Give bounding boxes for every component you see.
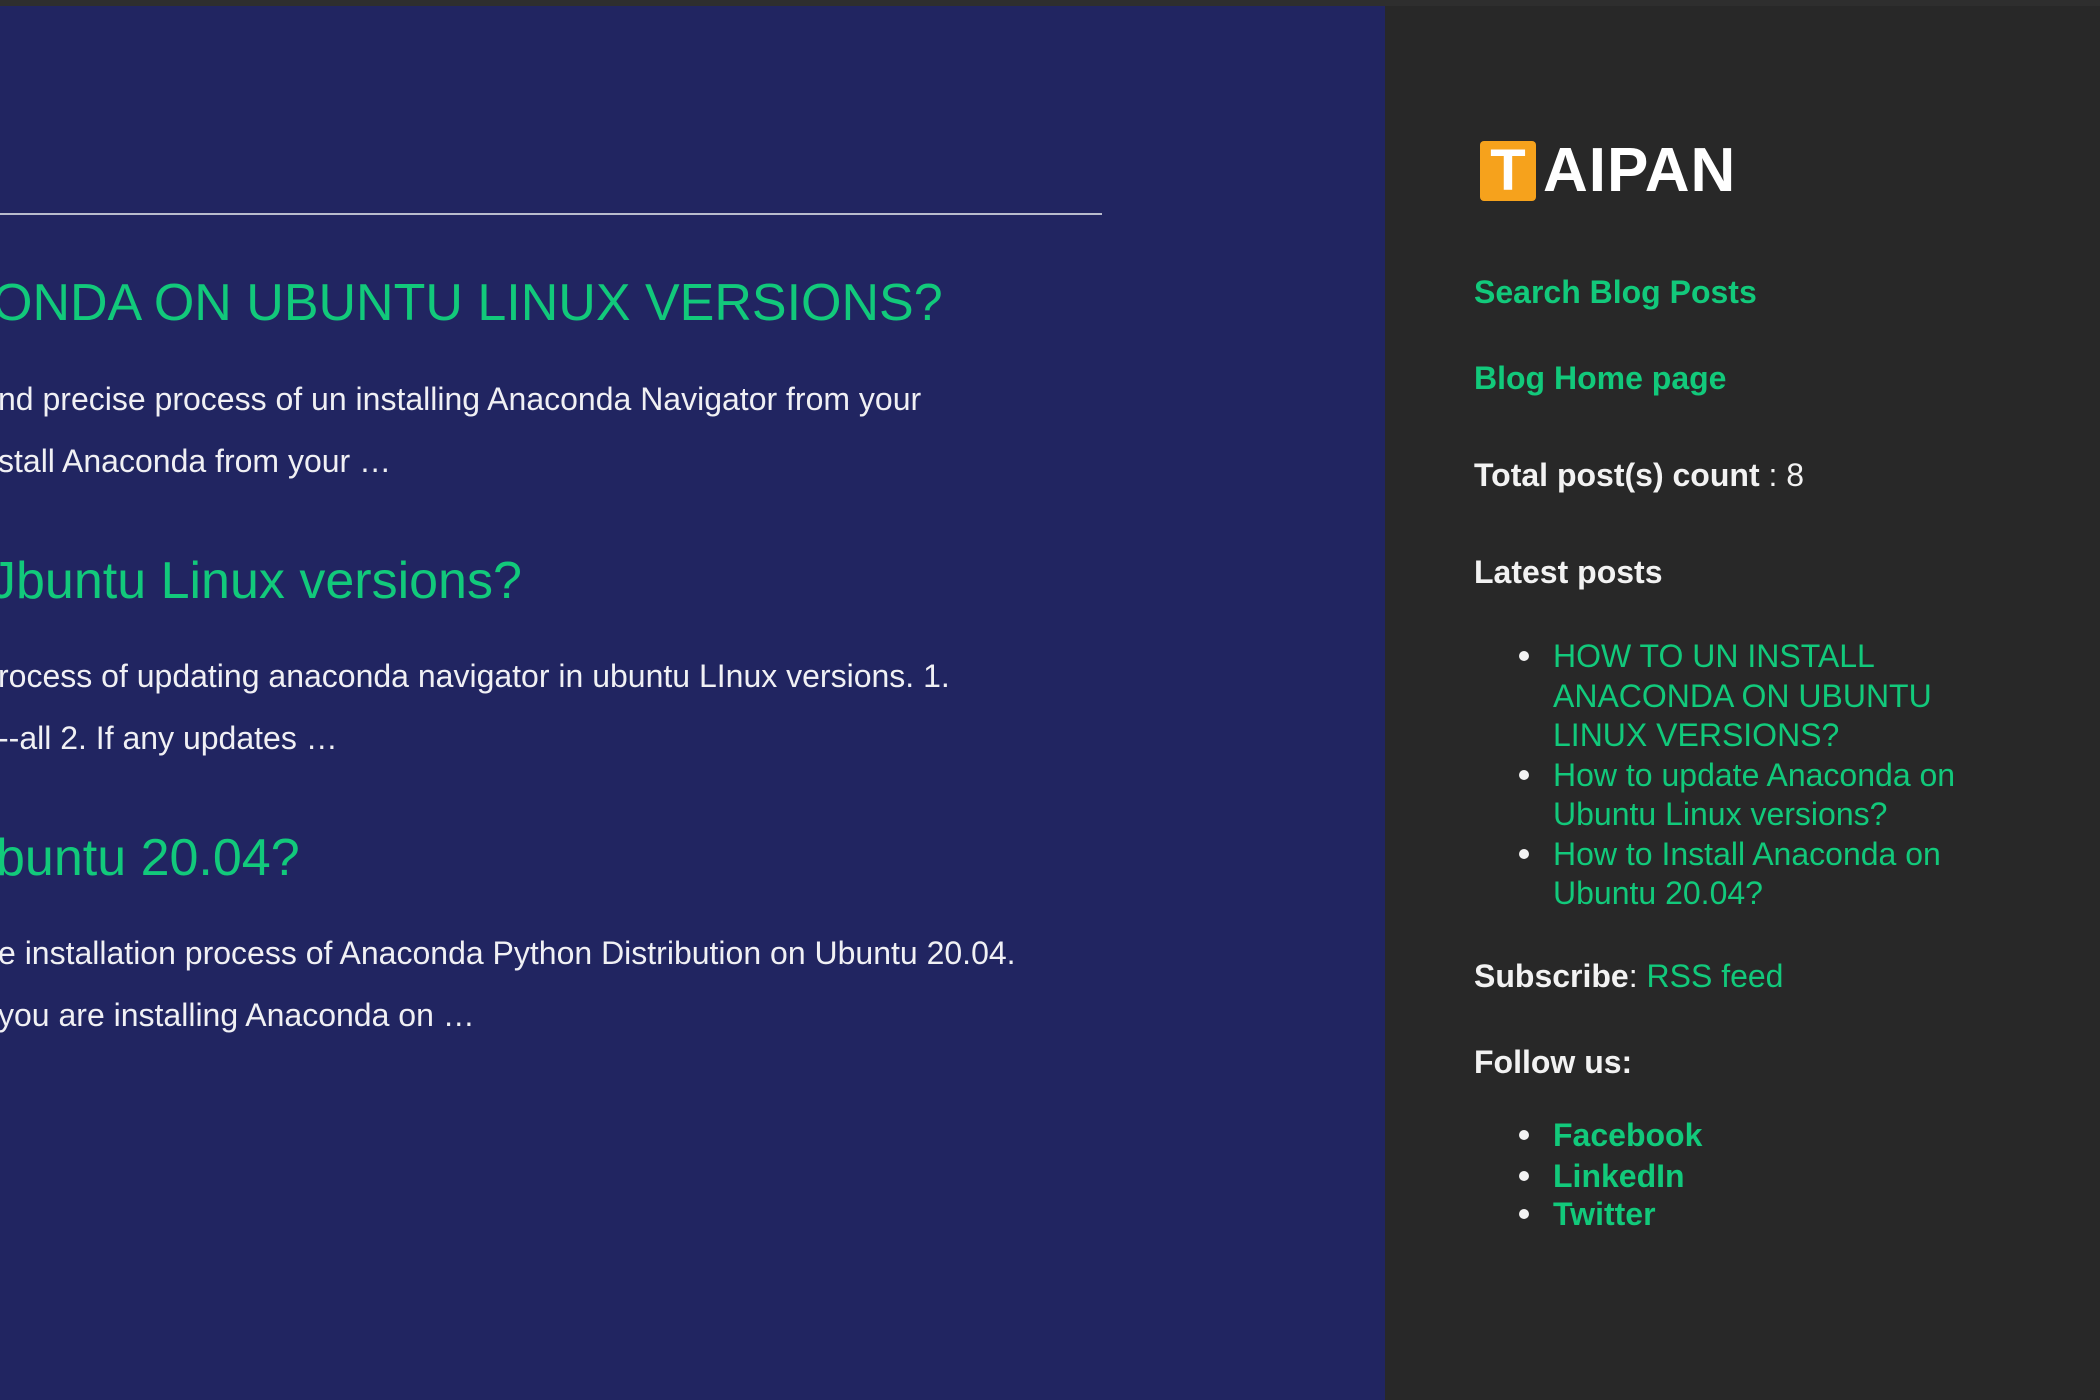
subscribe-separator: : <box>1628 958 1647 994</box>
search-blog-posts-link[interactable]: Search Blog Posts <box>1474 272 1757 312</box>
facebook-link[interactable]: Facebook <box>1553 1115 1702 1155</box>
post-count-value: : 8 <box>1759 457 1805 493</box>
subscribe: Subscribe: RSS feed <box>1474 956 1783 996</box>
latest-post-link[interactable]: ANACONDA ON UBUNTU <box>1553 676 1932 716</box>
latest-posts-heading: Latest posts <box>1474 554 1663 590</box>
post-title-link[interactable]: buntu 20.04? <box>0 828 300 888</box>
latest-post-link[interactable]: Ubuntu Linux versions? <box>1553 794 1887 834</box>
post-excerpt: nd precise process of un installing Anac… <box>0 381 922 417</box>
logo-text: AIPAN <box>1543 136 1737 205</box>
subscribe-label: Subscribe <box>1474 958 1629 994</box>
latest-post-link[interactable]: How to update Anaconda on <box>1553 755 1955 795</box>
post-title-link[interactable]: Jbuntu Linux versions? <box>0 551 522 611</box>
latest-post-link[interactable]: How to Install Anaconda on <box>1553 834 1941 874</box>
bullet-icon <box>1519 770 1529 780</box>
post-count: Total post(s) count : 8 <box>1474 455 1804 495</box>
post-excerpt: --all 2. If any updates … <box>0 720 338 756</box>
bullet-icon <box>1519 1209 1529 1219</box>
sidebar: T AIPAN Search Blog Posts Blog Home page… <box>1385 6 2100 1400</box>
follow-us-heading: Follow us: <box>1474 1044 1633 1080</box>
logo-mark: T <box>1480 141 1536 201</box>
post-excerpt: you are installing Anaconda on … <box>0 997 475 1033</box>
post-title-link[interactable]: ONDA ON UBUNTU LINUX VERSIONS? <box>0 273 943 333</box>
post-excerpt: stall Anaconda from your … <box>0 443 392 479</box>
blog-home-link[interactable]: Blog Home page <box>1474 358 1726 398</box>
divider <box>0 213 1102 215</box>
bullet-icon <box>1519 651 1529 661</box>
latest-post-link[interactable]: HOW TO UN INSTALL <box>1553 636 1875 676</box>
post-list: ONDA ON UBUNTU LINUX VERSIONS? nd precis… <box>0 6 1385 1400</box>
post-count-label: Total post(s) count <box>1474 457 1760 493</box>
bullet-icon <box>1519 1171 1529 1181</box>
bullet-icon <box>1519 849 1529 859</box>
latest-post-link[interactable]: LINUX VERSIONS? <box>1553 715 1839 755</box>
post-excerpt: e installation process of Anaconda Pytho… <box>0 935 1016 971</box>
rss-feed-link[interactable]: RSS feed <box>1647 958 1784 994</box>
post-excerpt: rocess of updating anaconda navigator in… <box>0 658 950 694</box>
latest-post-link[interactable]: Ubuntu 20.04? <box>1553 873 1763 913</box>
twitter-link[interactable]: Twitter <box>1553 1194 1656 1234</box>
bullet-icon <box>1519 1130 1529 1140</box>
linkedin-link[interactable]: LinkedIn <box>1553 1156 1685 1196</box>
